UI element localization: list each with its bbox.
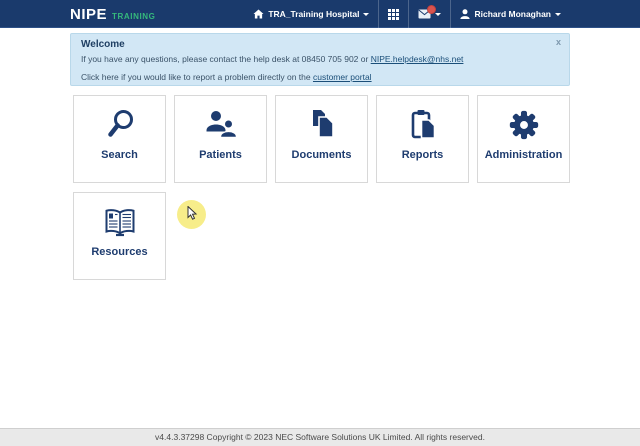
brand-environment-label: TRAINING [112,11,156,21]
tile-label: Administration [484,149,563,161]
search-icon [102,96,138,142]
administration-icon [507,96,541,142]
user-icon [460,9,471,19]
close-icon[interactable]: x [556,38,561,47]
user-menu[interactable]: Richard Monaghan [451,0,570,28]
tile-patients[interactable]: Patients [174,95,267,183]
patients-icon [203,96,239,142]
tile-search[interactable]: Search [73,95,166,183]
chevron-down-icon [363,12,370,16]
reports-icon [405,96,441,142]
tile-label: Patients [199,149,242,161]
documents-icon [304,96,340,142]
tile-label: Reports [401,149,444,161]
home-icon [253,9,264,19]
welcome-alert: Welcome If you have any questions, pleas… [70,33,570,86]
apps-grid-button[interactable] [379,0,408,28]
user-name: Richard Monaghan [474,9,551,19]
chevron-down-icon [555,12,561,16]
tile-documents[interactable]: Documents [275,95,368,183]
messages-button[interactable] [409,0,450,28]
hospital-name: TRA_Training Hospital [268,9,360,19]
tile-resources[interactable]: Resources [73,192,166,280]
tile-label: Search [101,149,138,161]
helpdesk-email-link[interactable]: NIPE.helpdesk@nhs.net [371,54,464,64]
chevron-down-icon [435,12,442,16]
tile-label: Resources [91,246,148,258]
resources-icon [102,193,138,239]
footer: v4.4.3.37298 Copyright © 2023 NEC Softwa… [0,428,640,446]
brand-name: NIPE [70,5,108,23]
mouse-cursor-icon [187,205,199,225]
tile-administration[interactable]: Administration [477,95,570,183]
tile-label: Documents [291,149,352,161]
alert-report-text: Click here if you would like to report a… [81,72,313,82]
alert-title: Welcome [81,39,125,50]
footer-version-copyright: v4.4.3.37298 Copyright © 2023 NEC Softwa… [155,432,485,442]
customer-portal-link[interactable]: customer portal [313,72,372,82]
top-navbar: NIPE TRAINING TRA_Training Hospital Rich… [0,0,640,28]
grid-icon [388,8,400,20]
alert-helpdesk-text: If you have any questions, please contac… [81,54,371,64]
app-logo[interactable]: NIPE TRAINING [70,6,155,23]
hospital-dropdown[interactable]: TRA_Training Hospital [244,0,378,28]
tile-reports[interactable]: Reports [376,95,469,183]
